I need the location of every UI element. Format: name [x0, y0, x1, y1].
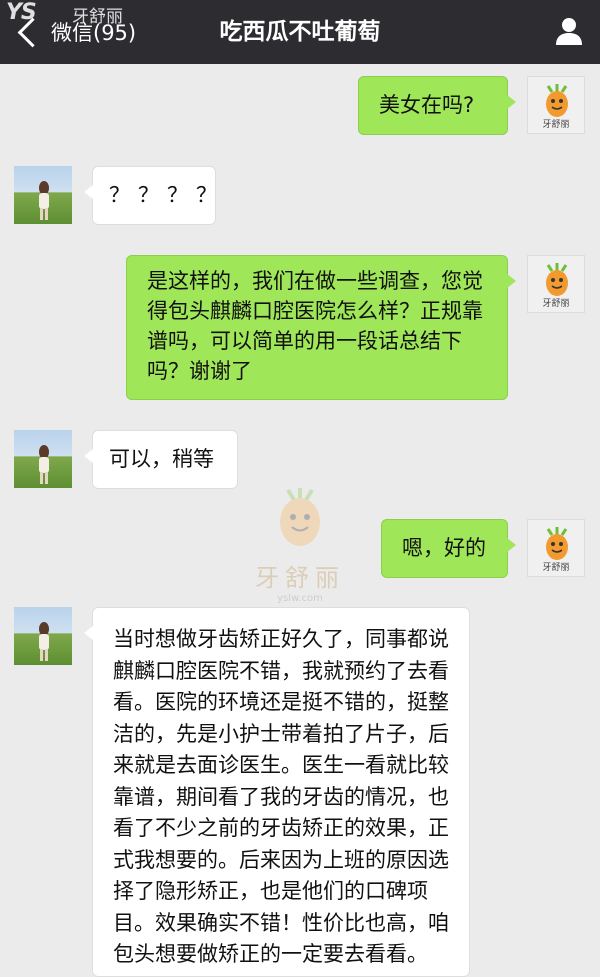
- contact-avatar[interactable]: [14, 166, 72, 224]
- my-avatar[interactable]: 牙舒丽: [527, 519, 585, 577]
- my-avatar[interactable]: 牙舒丽: [527, 255, 585, 313]
- message-bubble-received[interactable]: 当时想做牙齿矫正好久了，同事都说麒麟口腔医院不错，我就预约了去看看。医院的环境还…: [84, 607, 470, 977]
- message-bubble-sent[interactable]: 嗯，好的: [381, 519, 516, 578]
- person-photo-icon: [39, 622, 49, 661]
- person-photo-icon: [39, 445, 49, 484]
- my-avatar[interactable]: 牙舒丽: [527, 76, 585, 134]
- message-text: 可以，稍等: [109, 447, 214, 471]
- carrot-watermark-icon: [280, 488, 320, 546]
- logo-text: 牙舒丽: [542, 299, 570, 309]
- message-bubble-sent[interactable]: 美女在吗?: [358, 76, 516, 135]
- watermark-center: 牙舒丽 yslw.com: [250, 484, 350, 604]
- person-photo-icon: [39, 181, 49, 220]
- watermark-text: 牙舒丽: [255, 564, 345, 592]
- message-bubble-sent[interactable]: 是这样的，我们在做一些调查，您觉得包头麒麟口腔医院怎么样？正规靠谱吗，可以简单的…: [126, 255, 516, 400]
- message-text: 美女在吗?: [379, 93, 475, 117]
- message-bubble-received[interactable]: 可以，稍等: [84, 430, 238, 489]
- logo-text: 牙舒丽: [542, 120, 570, 130]
- contact-avatar[interactable]: [14, 430, 72, 488]
- contact-avatar[interactable]: [14, 607, 72, 665]
- message-text: 当时想做牙齿矫正好久了，同事都说麒麟口腔医院不错，我就预约了去看看。医院的环境还…: [113, 627, 449, 966]
- chat-area[interactable]: 牙舒丽 美女在吗? ？？？？ 牙舒丽 是这样的，我们在做一些调查，您觉得包头麒麟…: [0, 64, 600, 977]
- profile-icon[interactable]: [552, 14, 586, 48]
- message-text: 嗯，好的: [402, 536, 486, 560]
- message-bubble-received[interactable]: ？？？？: [84, 166, 217, 225]
- title-bar: YS 牙舒丽 微信(95) 吃西瓜不吐葡萄: [0, 0, 600, 64]
- chat-title: 吃西瓜不吐葡萄: [219, 19, 381, 45]
- logo-text: 牙舒丽: [542, 563, 570, 573]
- message-text: 是这样的，我们在做一些调查，您觉得包头麒麟口腔医院怎么样？正规靠谱吗，可以简单的…: [147, 269, 483, 383]
- watermark-url: yslw.com: [277, 593, 323, 604]
- message-text: ？？？？: [109, 183, 225, 207]
